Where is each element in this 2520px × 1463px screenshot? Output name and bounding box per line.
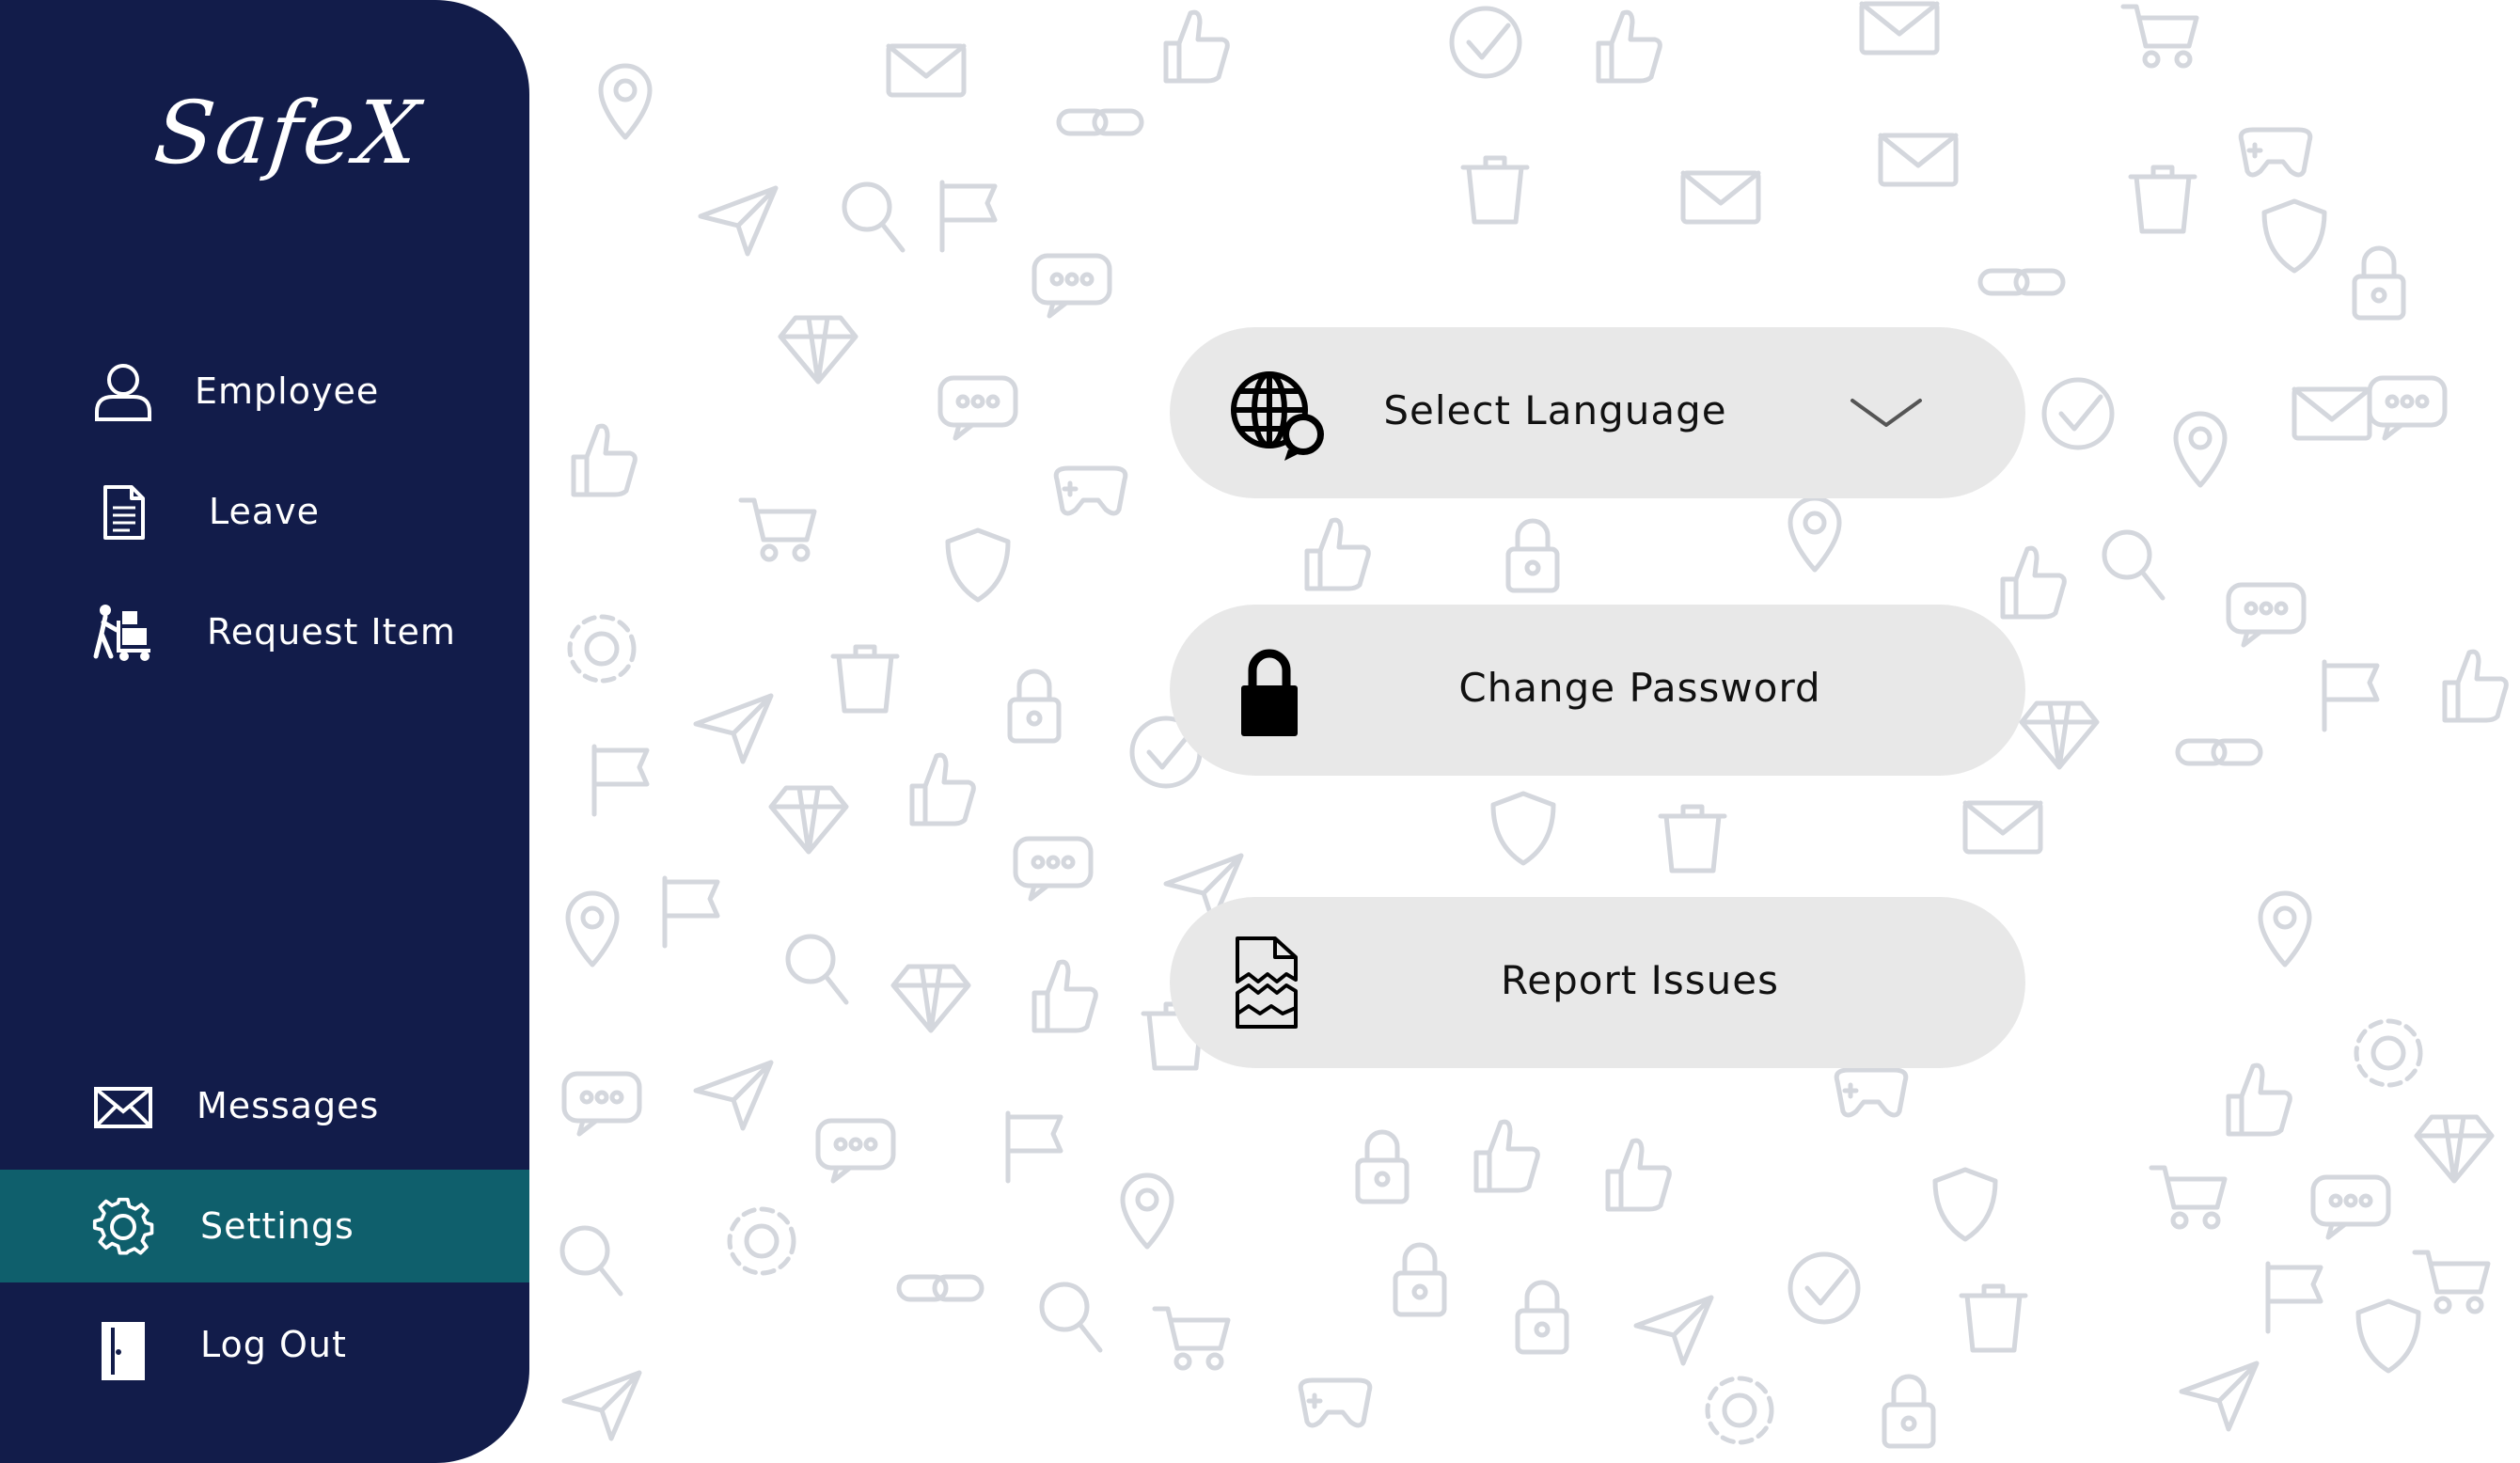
- sidebar-item-request-item[interactable]: Request Item: [0, 575, 529, 688]
- report-issues-button[interactable]: Report Issues: [1170, 897, 2025, 1068]
- sidebar-item-leave[interactable]: Leave: [0, 455, 529, 568]
- sidebar-item-label: Log Out: [200, 1324, 347, 1365]
- app-logo: SafeX: [150, 83, 426, 183]
- sidebar-item-label: Employee: [195, 370, 380, 412]
- sidebar-item-messages[interactable]: Messages: [0, 1049, 529, 1162]
- sidebar: SafeX Employee Leave Request Item Messag…: [0, 0, 529, 1463]
- sidebar-item-label: Messages: [197, 1085, 380, 1126]
- door-icon: [92, 1320, 154, 1382]
- sidebar-item-label: Request Item: [207, 611, 456, 653]
- document-icon: [92, 481, 154, 543]
- envelope-icon: [92, 1076, 154, 1138]
- trolley-icon: [92, 602, 154, 664]
- change-password-label: Change Password: [1458, 665, 1821, 711]
- sidebar-item-label: Settings: [200, 1205, 354, 1247]
- sidebar-item-settings[interactable]: Settings: [0, 1170, 529, 1282]
- gear-icon: [92, 1196, 154, 1258]
- report-issues-label: Report Issues: [1500, 957, 1780, 1003]
- select-language-button[interactable]: Select Language: [1170, 327, 2025, 498]
- change-password-button[interactable]: Change Password: [1170, 605, 2025, 776]
- chevron-down-icon[interactable]: [1849, 393, 1924, 434]
- user-icon: [92, 361, 154, 423]
- sidebar-item-label: Leave: [209, 491, 321, 532]
- sidebar-item-employee[interactable]: Employee: [0, 335, 529, 448]
- sidebar-item-log-out[interactable]: Log Out: [0, 1294, 529, 1407]
